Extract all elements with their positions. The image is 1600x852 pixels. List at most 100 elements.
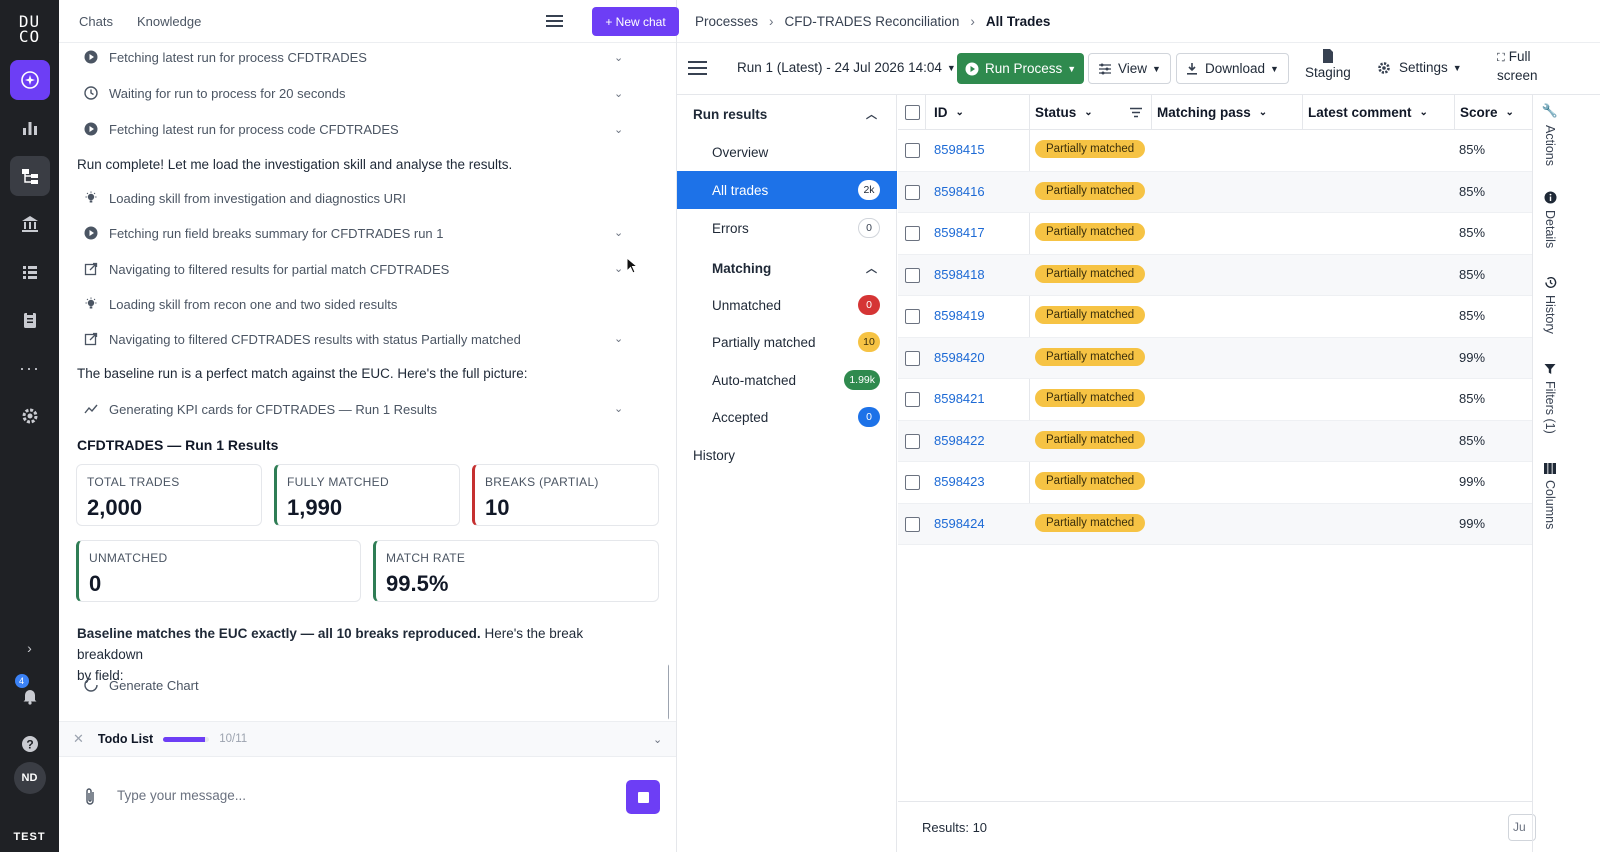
settings-nav-button[interactable] — [10, 396, 50, 436]
trade-id-link[interactable]: 8598417 — [934, 225, 985, 240]
matching-header[interactable]: Matching ︿ — [677, 249, 897, 287]
step-item[interactable]: Navigating to filtered results for parti… — [83, 261, 449, 277]
details-panel-button[interactable]: Details — [1533, 191, 1567, 248]
trade-id-link[interactable]: 8598416 — [934, 184, 985, 199]
sidebar-item-accepted[interactable]: Accepted 0 — [677, 398, 897, 436]
trade-id-link[interactable]: 8598423 — [934, 474, 985, 489]
more-button[interactable]: ··· — [10, 348, 50, 388]
row-checkbox[interactable] — [905, 475, 920, 490]
settings-button[interactable]: Settings ▼ — [1377, 60, 1462, 75]
help-button[interactable]: ? — [10, 724, 50, 764]
chevron-down-icon[interactable]: ⌄ — [614, 402, 623, 415]
select-all-checkbox[interactable] — [905, 105, 920, 120]
run-selector[interactable]: Run 1 (Latest) - 24 Jul 2026 14:04 ▼ — [737, 60, 956, 75]
tab-knowledge[interactable]: Knowledge — [137, 14, 201, 29]
trade-id-link[interactable]: 8598415 — [934, 142, 985, 157]
trade-id-link[interactable]: 8598420 — [934, 350, 985, 365]
trade-id-link[interactable]: 8598422 — [934, 433, 985, 448]
table-row[interactable]: 8598418 Partially matched 85% — [898, 254, 1532, 296]
chevron-down-icon[interactable]: ⌄ — [614, 332, 623, 345]
column-header-matching-pass[interactable]: Matching pass ⌄ — [1152, 95, 1303, 130]
run-results-header[interactable]: Run results ︿ — [677, 95, 897, 133]
row-checkbox[interactable] — [905, 392, 920, 407]
chat-message-input[interactable] — [117, 788, 597, 803]
trade-id-link[interactable]: 8598418 — [934, 267, 985, 282]
sidebar-item-errors[interactable]: Errors 0 — [677, 209, 897, 247]
tab-chats[interactable]: Chats — [79, 14, 113, 29]
table-row[interactable]: 8598424 Partially matched 99% — [898, 503, 1532, 545]
table-row[interactable]: 8598417 Partially matched 85% — [898, 213, 1532, 255]
view-button[interactable]: View ▼ — [1088, 53, 1171, 84]
download-button[interactable]: Download ▼ — [1176, 53, 1289, 84]
staging-button[interactable]: Staging — [1305, 48, 1351, 82]
chat-menu-button[interactable] — [546, 13, 564, 32]
chat-scrollbar[interactable] — [668, 664, 669, 720]
table-row[interactable]: 8598422 Partially matched 85% — [898, 420, 1532, 462]
row-checkbox[interactable] — [905, 184, 920, 200]
column-header-latest-comment[interactable]: Latest comment ⌄ — [1303, 95, 1455, 130]
sidebar-item-unmatched[interactable]: Unmatched 0 — [677, 286, 897, 324]
column-header-id[interactable]: ID ⌄ — [926, 95, 1030, 130]
column-header-status[interactable]: Status ⌄ — [1030, 95, 1152, 130]
todo-list-bar[interactable]: ✕ Todo List 10/11 ⌄ — [59, 721, 676, 757]
sidebar-item-history[interactable]: History — [677, 436, 897, 474]
user-avatar-button[interactable]: ND — [13, 762, 46, 794]
analytics-button[interactable] — [10, 108, 50, 148]
step-item[interactable]: Fetching latest run for process code CFD… — [83, 121, 399, 137]
row-checkbox[interactable] — [905, 309, 920, 324]
stop-generation-button[interactable] — [626, 780, 660, 814]
notifications-button[interactable]: 4 — [10, 674, 50, 716]
chevron-down-icon[interactable]: ⌄ — [614, 123, 623, 136]
step-item[interactable]: Fetching latest run for process CFDTRADE… — [83, 49, 367, 65]
step-item[interactable]: Fetching run field breaks summary for CF… — [83, 225, 444, 241]
attach-button[interactable] — [83, 787, 97, 810]
actions-panel-button[interactable]: 🔧 Actions — [1533, 103, 1567, 166]
sidebar-item-partially-matched[interactable]: Partially matched 10 — [677, 323, 897, 361]
run-process-button[interactable]: Run Process ▼ — [957, 53, 1085, 84]
trade-id-link[interactable]: 8598421 — [934, 391, 985, 406]
list-button[interactable] — [10, 252, 50, 292]
chevron-down-icon[interactable]: ⌄ — [653, 733, 662, 746]
settings-label: Settings — [1399, 60, 1448, 75]
sidebar-item-auto-matched[interactable]: Auto-matched 1.99k — [677, 361, 897, 399]
breadcrumb-process[interactable]: CFD-TRADES Reconciliation — [785, 14, 960, 29]
filters-panel-button[interactable]: Filters (1) — [1533, 363, 1567, 434]
table-row[interactable]: 8598415 Partially matched 85% — [898, 130, 1532, 172]
step-item[interactable]: Navigating to filtered CFDTRADES results… — [83, 331, 521, 347]
step-item[interactable]: Generating KPI cards for CFDTRADES — Run… — [83, 401, 437, 417]
row-checkbox[interactable] — [905, 516, 920, 532]
column-header-score[interactable]: Score ⌄ — [1455, 95, 1532, 130]
reports-button[interactable] — [10, 300, 50, 340]
row-checkbox[interactable] — [905, 267, 920, 283]
row-checkbox[interactable] — [905, 350, 920, 366]
history-panel-button[interactable]: History — [1533, 276, 1567, 334]
ai-assistant-button[interactable] — [9, 60, 50, 100]
row-checkbox[interactable] — [905, 433, 920, 449]
table-row[interactable]: 8598421 Partially matched 85% — [898, 379, 1532, 421]
breadcrumb-processes[interactable]: Processes — [695, 14, 758, 29]
trade-id-link[interactable]: 8598424 — [934, 516, 985, 531]
fullscreen-button[interactable]: ⛶ Full screen — [1497, 48, 1538, 85]
chevron-down-icon[interactable]: ⌄ — [614, 87, 623, 100]
trade-id-link[interactable]: 8598419 — [934, 308, 985, 323]
table-row[interactable]: 8598420 Partially matched 99% — [898, 337, 1532, 379]
row-checkbox[interactable] — [905, 226, 920, 241]
bank-button[interactable] — [10, 204, 50, 244]
chevron-down-icon[interactable]: ⌄ — [614, 51, 623, 64]
new-chat-button[interactable]: + New chat — [592, 7, 679, 36]
close-icon[interactable]: ✕ — [73, 731, 84, 747]
row-checkbox[interactable] — [905, 143, 920, 158]
table-row[interactable]: 8598419 Partially matched 85% — [898, 296, 1532, 338]
processes-button[interactable] — [9, 156, 50, 196]
sidebar-item-overview[interactable]: Overview — [677, 133, 897, 171]
filter-lines-icon[interactable] — [1129, 107, 1143, 118]
expand-rail-button[interactable]: › — [10, 628, 50, 668]
table-row[interactable]: 8598423 Partially matched 99% — [898, 462, 1532, 504]
chevron-down-icon[interactable]: ⌄ — [614, 226, 623, 239]
sidebar-toggle-button[interactable] — [688, 60, 708, 76]
chevron-down-icon[interactable]: ⌄ — [614, 262, 623, 275]
columns-panel-button[interactable]: Columns — [1533, 463, 1567, 529]
sidebar-item-all-trades[interactable]: All trades 2k — [677, 171, 897, 209]
step-item[interactable]: Waiting for run to process for 20 second… — [83, 85, 346, 101]
table-row[interactable]: 8598416 Partially matched 85% — [898, 171, 1532, 213]
